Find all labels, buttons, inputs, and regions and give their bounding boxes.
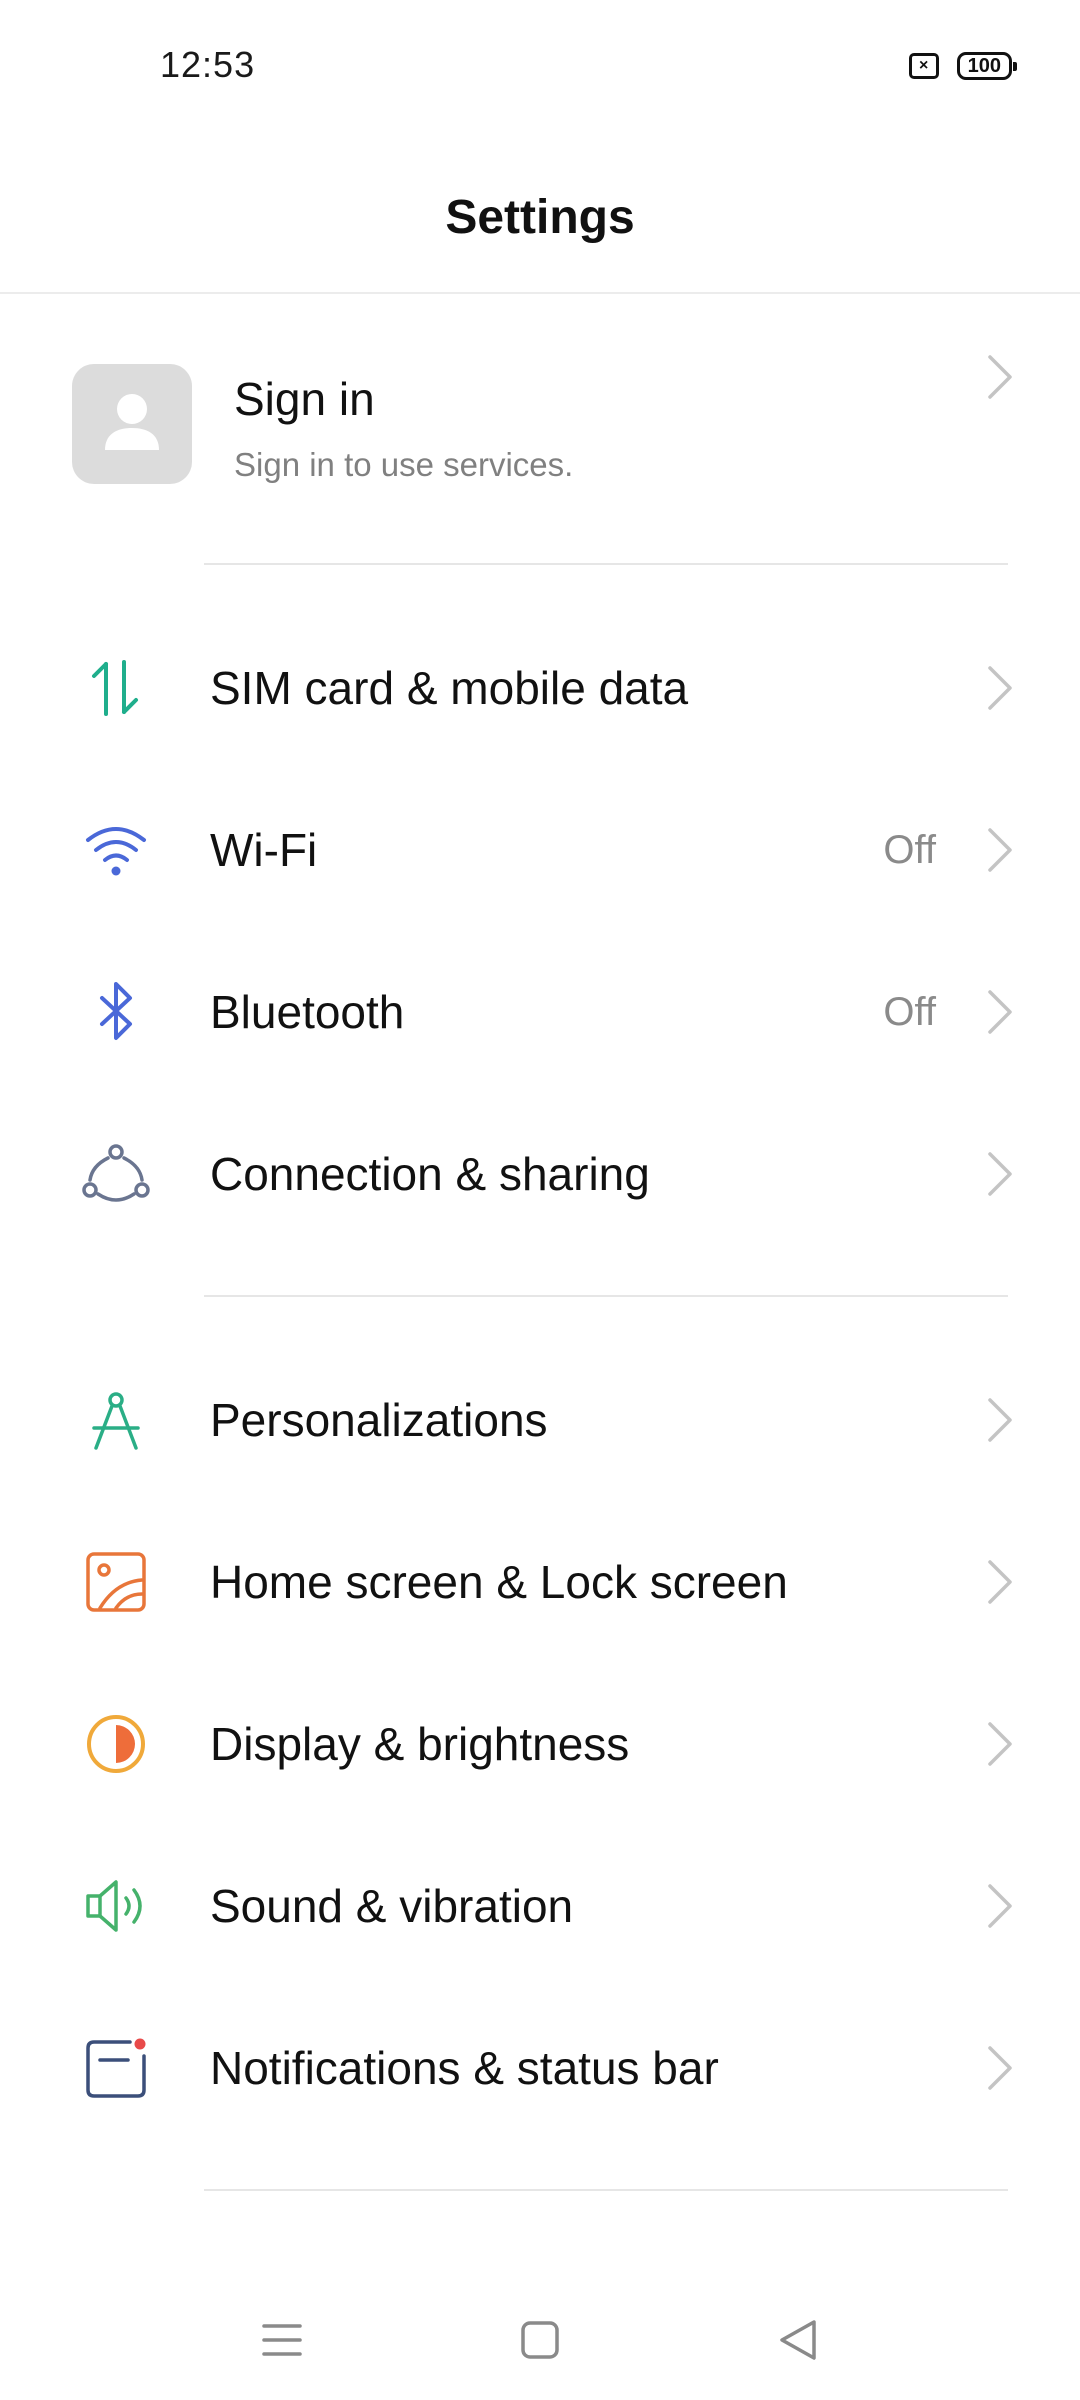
settings-item-notifications-status-bar[interactable]: Notifications & status bar xyxy=(0,1987,1080,2149)
wallpaper-icon xyxy=(80,1552,152,1612)
divider xyxy=(204,563,1008,565)
settings-item-label: Notifications & status bar xyxy=(210,2042,719,2094)
settings-item-bluetooth[interactable]: Bluetooth Off xyxy=(0,931,1080,1093)
status-time: 12:53 xyxy=(160,44,256,85)
chevron-right-icon xyxy=(988,828,1012,872)
menu-button[interactable] xyxy=(252,2310,312,2370)
menu-icon xyxy=(262,2324,302,2356)
chevron-right-icon xyxy=(988,1152,1012,1196)
battery-level: 100 xyxy=(967,54,1001,77)
person-icon xyxy=(105,394,159,450)
navigation-bar xyxy=(0,2280,1080,2390)
settings-item-personalizations[interactable]: Personalizations xyxy=(0,1339,1080,1501)
chevron-right-icon xyxy=(988,355,1012,399)
sign-in-subtitle: Sign in to use services. xyxy=(234,446,574,483)
chevron-right-icon xyxy=(988,1560,1012,1604)
chevron-right-icon xyxy=(988,990,1012,1034)
back-icon xyxy=(780,2320,816,2360)
chevron-right-icon xyxy=(988,1722,1012,1766)
bluetooth-icon xyxy=(80,982,152,1042)
divider xyxy=(204,2189,1008,2191)
settings-item-display-brightness[interactable]: Display & brightness xyxy=(0,1663,1080,1825)
settings-item-label: Bluetooth xyxy=(210,986,405,1038)
speaker-icon xyxy=(80,1876,152,1936)
bluetooth-status: Off xyxy=(883,990,936,1034)
notification-icon xyxy=(80,2038,152,2098)
status-bar: 12:53 × 100 xyxy=(0,0,1080,140)
connection-icon xyxy=(80,1144,152,1204)
settings-item-label: Wi-Fi xyxy=(210,824,318,876)
divider xyxy=(204,1295,1008,1297)
status-icons: × 100 xyxy=(908,52,1018,80)
brightness-icon xyxy=(80,1714,152,1774)
settings-item-label: Personalizations xyxy=(210,1394,548,1446)
home-button[interactable] xyxy=(510,2310,570,2370)
settings-item-label: Display & brightness xyxy=(210,1718,630,1770)
settings-item-sim-mobile-data[interactable]: SIM card & mobile data xyxy=(0,607,1080,769)
wifi-status: Off xyxy=(883,828,936,872)
chevron-right-icon xyxy=(988,666,1012,710)
chevron-right-icon xyxy=(988,1884,1012,1928)
chevron-right-icon xyxy=(988,1398,1012,1442)
settings-item-sound-vibration[interactable]: Sound & vibration xyxy=(0,1825,1080,1987)
back-button[interactable] xyxy=(768,2310,828,2370)
settings-item-label: Connection & sharing xyxy=(210,1148,650,1200)
settings-item-home-lock-screen[interactable]: Home screen & Lock screen xyxy=(0,1501,1080,1663)
settings-item-connection-sharing[interactable]: Connection & sharing xyxy=(0,1093,1080,1255)
sign-in-row[interactable]: Sign in Sign in to use services. xyxy=(0,296,1080,552)
avatar xyxy=(72,364,192,484)
mobile-data-icon xyxy=(80,658,152,718)
sign-in-title: Sign in xyxy=(234,373,375,425)
compass-icon xyxy=(80,1390,152,1450)
sim-x-icon: × xyxy=(908,53,939,79)
settings-item-label: SIM card & mobile data xyxy=(210,662,689,714)
settings-item-wifi[interactable]: Wi-Fi Off xyxy=(0,769,1080,931)
page-title: Settings xyxy=(445,191,635,244)
wifi-icon xyxy=(80,820,152,880)
battery-icon: 100 xyxy=(956,52,1018,80)
settings-item-label: Home screen & Lock screen xyxy=(210,1556,788,1608)
header: Settings xyxy=(0,140,1080,294)
settings-item-label: Sound & vibration xyxy=(210,1880,574,1932)
home-icon xyxy=(521,2321,559,2359)
chevron-right-icon xyxy=(988,2046,1012,2090)
